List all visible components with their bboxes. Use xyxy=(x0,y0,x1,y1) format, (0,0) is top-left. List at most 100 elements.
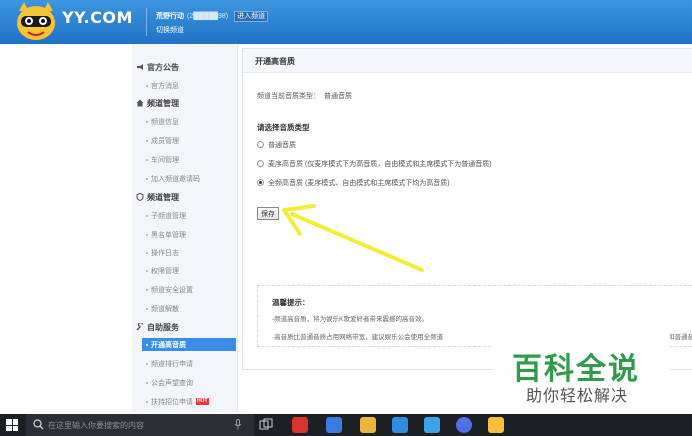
sidebar-item-blacklist[interactable]: 黑名单管理 xyxy=(146,228,234,241)
yellow-arrow-annotation-icon xyxy=(282,204,424,272)
tip-line-tail: 和普通音 xyxy=(668,334,692,341)
mail-app-icon[interactable] xyxy=(392,417,408,433)
sidebar-item-dissolve-channel[interactable]: 频道解散 xyxy=(146,302,234,315)
sidebar-item-label: 操作日志 xyxy=(151,249,179,257)
bullet-icon xyxy=(146,177,148,180)
sidebar-item-hq-audio[interactable]: 开通高音质 xyxy=(142,338,236,351)
sidebar-group-label: 频道管理 xyxy=(147,192,179,202)
radio-button[interactable] xyxy=(257,160,264,167)
sidebar-item-label: 开通高音质 xyxy=(151,341,186,349)
sidebar-item-operation-log[interactable]: 操作日志 xyxy=(146,246,234,259)
sidebar-item-workshop-manage[interactable]: 车间管理 xyxy=(146,153,234,166)
select-audio-label: 请选择音质类型 xyxy=(257,123,310,132)
sidebar-item-label: 加入频道邀请码 xyxy=(151,175,200,183)
bullet-icon xyxy=(146,343,148,346)
bullet-icon xyxy=(146,84,148,87)
sidebar-item-label: 成员管理 xyxy=(151,137,179,145)
microphone-icon[interactable] xyxy=(234,419,242,430)
sidebar: 官方公告 官方消息 频道管理 频道信息 成员管理 车间管理 加入频道邀请码 频道… xyxy=(132,44,238,412)
channel-name: 荒野行动 xyxy=(156,13,184,20)
tips-title: 温馨提示： xyxy=(272,298,310,307)
sidebar-group-self-service[interactable]: 自助服务 xyxy=(136,321,179,333)
baike-watermark: 百科全说 助你轻松解决 xyxy=(492,334,670,410)
sidebar-item-label: 扶持招位申请 xyxy=(151,398,193,406)
taskbar-search-box[interactable]: 在这里输入你要搜索的内容 xyxy=(26,414,254,436)
sidebar-group-channel-security[interactable]: 频道管理 xyxy=(136,191,179,203)
header-divider xyxy=(146,8,147,36)
wrench-icon xyxy=(136,323,144,331)
browser-app-icon[interactable] xyxy=(292,417,308,433)
bullet-icon xyxy=(146,269,148,272)
bullet-icon xyxy=(146,251,148,254)
radio-option-full-hq[interactable]: 全频高音质 (麦序模式、自由模式和主席模式下均为高音质) xyxy=(257,177,450,188)
house-icon xyxy=(136,99,144,107)
app-launcher-icon[interactable] xyxy=(326,417,342,433)
sidebar-item-label: 车间管理 xyxy=(151,156,179,164)
tip-line: -高音质比普通音质占用网络带宽，建议娱乐公会使用全频道 xyxy=(272,334,444,341)
sidebar-item-label: 黑名单管理 xyxy=(151,231,186,239)
sidebar-item-label: 频道安全设置 xyxy=(151,286,193,294)
sidebar-item-member-manage[interactable]: 成员管理 xyxy=(146,134,234,147)
radio-label: 普通音质 xyxy=(268,141,296,149)
radio-label: 全频高音质 (麦序模式、自由模式和主席模式下均为高音质) xyxy=(268,179,450,187)
bullet-icon xyxy=(146,139,148,142)
bullet-icon xyxy=(146,307,148,310)
weather-app-icon[interactable] xyxy=(424,417,440,433)
page-title: 开通高音质 xyxy=(255,57,295,66)
panel-header: 开通高音质 xyxy=(243,49,692,73)
sidebar-item-security-settings[interactable]: 频道安全设置 xyxy=(146,283,234,296)
sidebar-item-label: 频道排行申请 xyxy=(151,360,193,368)
windows-start-icon[interactable] xyxy=(6,419,18,431)
hot-badge: HOT xyxy=(196,398,209,405)
radio-button[interactable] xyxy=(257,141,264,148)
sidebar-item-support-apply[interactable]: 扶持招位申请 HOT xyxy=(146,395,234,408)
chat-app-icon[interactable] xyxy=(456,417,472,433)
bullet-icon xyxy=(146,381,148,384)
shield-icon xyxy=(136,193,144,201)
top-header: YY.COM 荒野行动 (2█████98) 进入频道 切换频道 xyxy=(0,0,692,44)
sidebar-item-invite-code[interactable]: 加入频道邀请码 xyxy=(146,172,234,185)
current-audio-value: 普通音质 xyxy=(324,93,352,100)
channel-id: (2█████98) xyxy=(187,12,229,20)
sidebar-group-channel-manage[interactable]: 频道管理 xyxy=(136,97,179,109)
file-explorer-icon[interactable] xyxy=(360,417,376,433)
search-placeholder: 在这里输入你要搜索的内容 xyxy=(48,421,144,430)
switch-channel-link[interactable]: 切换频道 xyxy=(156,25,184,35)
channel-info: 荒野行动 (2█████98) 进入频道 xyxy=(156,10,269,22)
sidebar-item-official-news[interactable]: 官方消息 xyxy=(146,79,234,92)
sidebar-item-guild-reputation[interactable]: 公会声望查询 xyxy=(146,376,234,389)
search-icon xyxy=(33,419,44,430)
bullet-icon xyxy=(146,233,148,236)
sidebar-item-label: 频道解散 xyxy=(151,305,179,313)
sidebar-item-label: 公会声望查询 xyxy=(151,379,193,387)
radio-button-selected[interactable] xyxy=(257,179,264,186)
sidebar-item-label: 官方消息 xyxy=(151,82,179,90)
tip-line: -频道高音质，将为娱乐K歌爱好者带来震撼的高音效。 xyxy=(272,316,428,323)
bullet-icon xyxy=(146,400,148,403)
radio-option-mic-order-hq[interactable]: 麦序高音质 (仅麦序模式下为高音质，自由模式和主席模式下为普通音质) xyxy=(257,158,492,169)
sidebar-group-label: 官方公告 xyxy=(147,62,179,72)
task-view-icon[interactable] xyxy=(258,417,274,433)
yy-app-icon[interactable] xyxy=(488,417,504,433)
sidebar-item-label: 权限管理 xyxy=(151,267,179,275)
radio-option-normal[interactable]: 普通音质 xyxy=(257,139,296,150)
bullet-icon xyxy=(146,120,148,123)
enter-channel-button[interactable]: 进入频道 xyxy=(234,10,269,22)
megaphone-icon xyxy=(137,64,143,70)
sidebar-item-subchannel-manage[interactable]: 子频道管理 xyxy=(146,209,234,222)
sidebar-item-permissions[interactable]: 权限管理 xyxy=(146,264,234,277)
yy-mascot-logo-icon[interactable] xyxy=(14,1,58,43)
sidebar-item-label: 频道信息 xyxy=(151,118,179,126)
sidebar-item-ranking-apply[interactable]: 频道排行申请 xyxy=(146,357,234,370)
windows-taskbar: 在这里输入你要搜索的内容 xyxy=(0,414,692,436)
sidebar-item-channel-info[interactable]: 频道信息 xyxy=(146,115,234,128)
current-audio-label: 频道当前音质类型： xyxy=(257,93,320,100)
radio-label: 麦序高音质 (仅麦序模式下为高音质，自由模式和主席模式下为普通音质) xyxy=(268,160,492,168)
bullet-icon xyxy=(146,288,148,291)
bullet-icon xyxy=(146,158,148,161)
current-audio-type: 频道当前音质类型： 普通音质 xyxy=(257,91,352,101)
sidebar-group-label: 自助服务 xyxy=(147,322,179,332)
bullet-icon xyxy=(146,214,148,217)
sidebar-group-announcements[interactable]: 官方公告 xyxy=(136,61,179,73)
yy-logo-text[interactable]: YY.COM xyxy=(62,8,133,27)
